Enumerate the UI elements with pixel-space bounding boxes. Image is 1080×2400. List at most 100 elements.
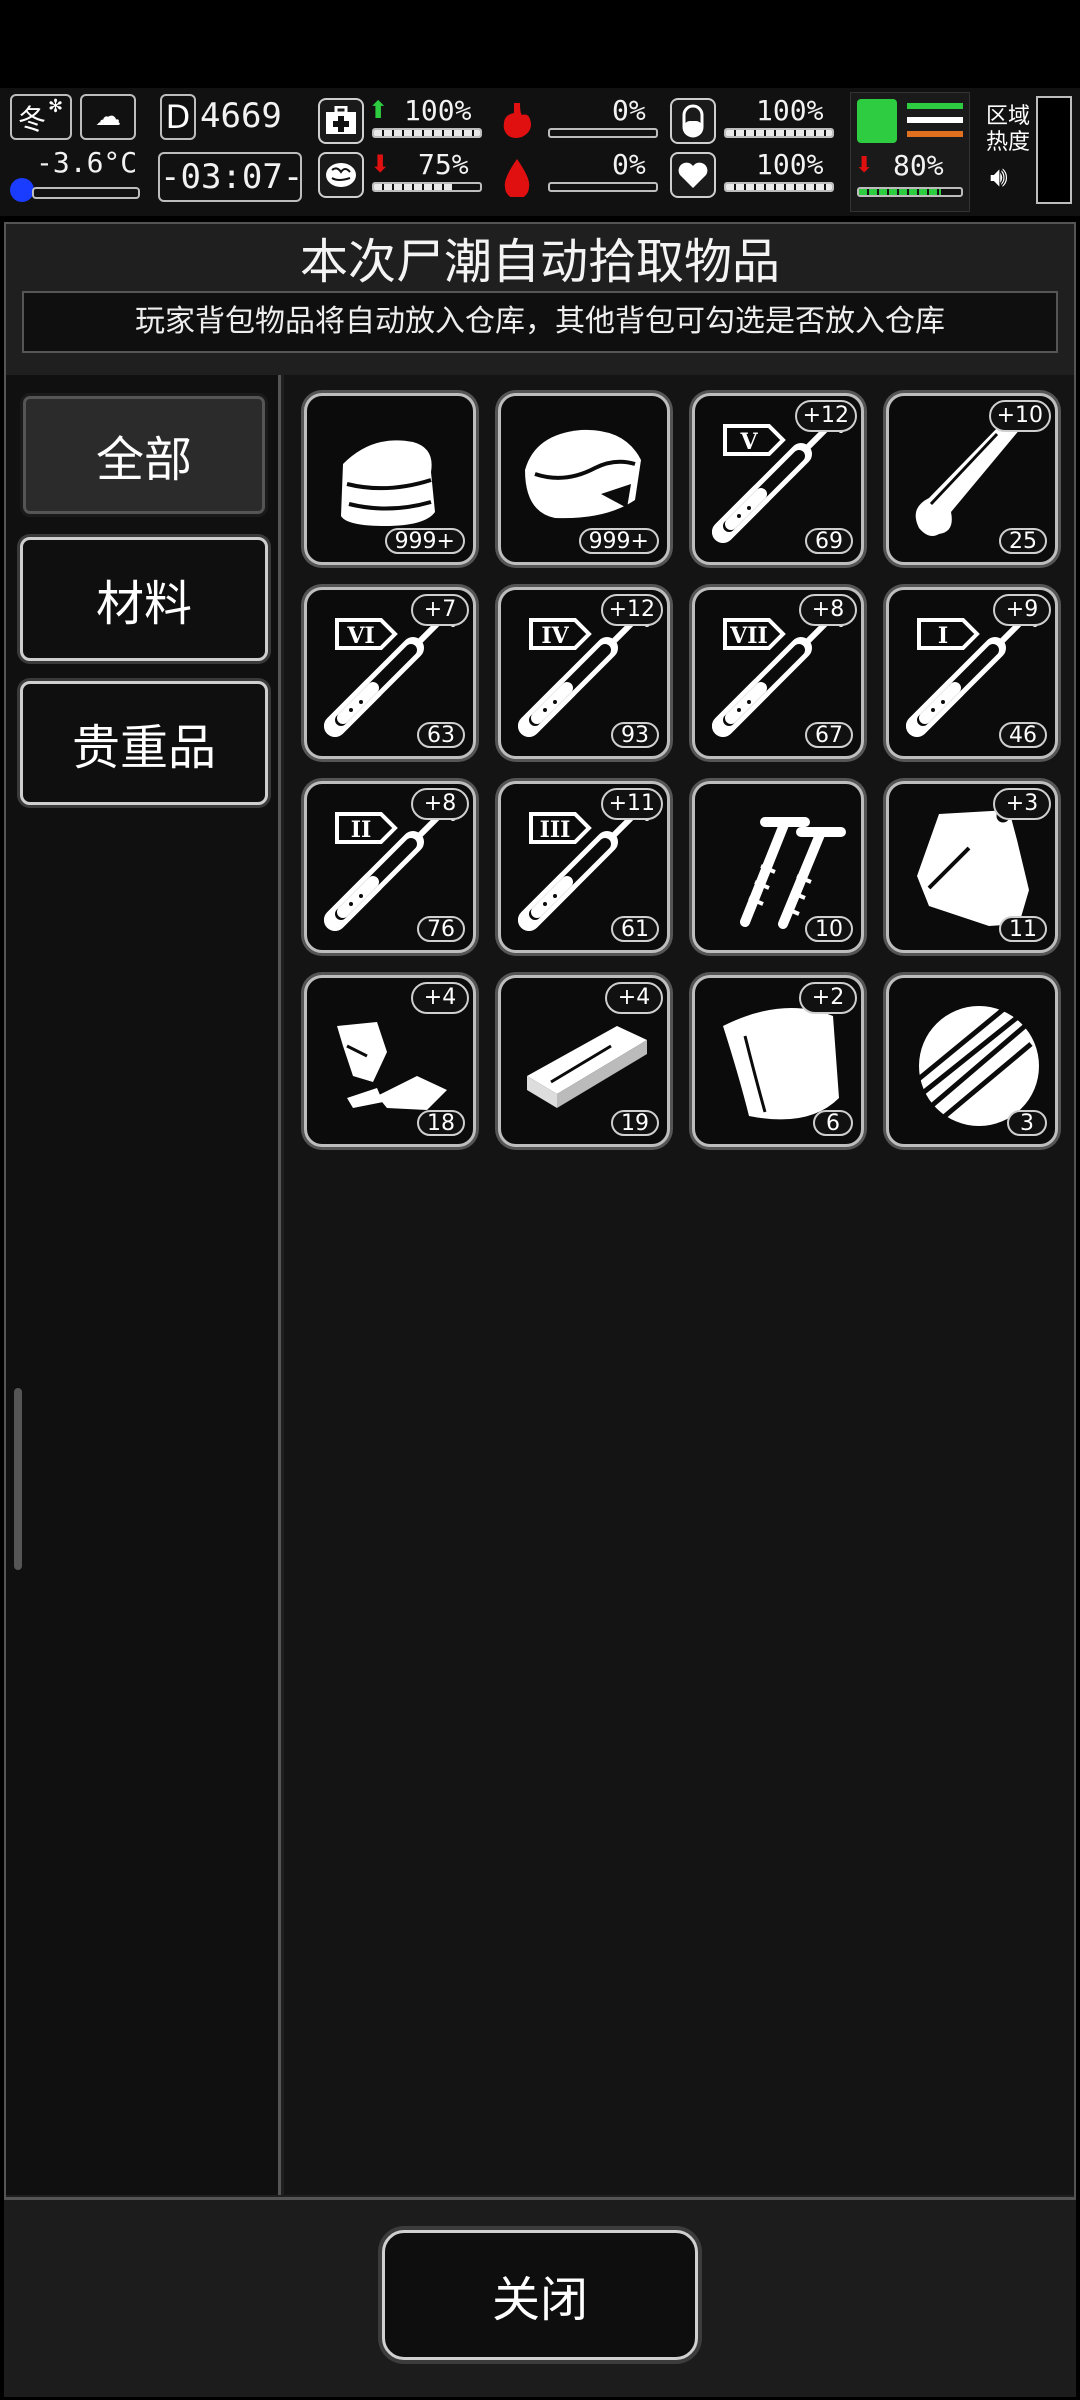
item-bonus-badge: +10: [988, 400, 1051, 432]
item-bonus-badge: +8: [411, 788, 469, 820]
item-count-badge: 999+: [384, 528, 465, 554]
health-percent: 100%: [404, 94, 472, 127]
health-bar: [372, 128, 482, 138]
svg-text:II: II: [351, 817, 372, 843]
pill-bar: [724, 128, 834, 138]
temperature-bar: [32, 187, 140, 199]
svg-text:V: V: [739, 429, 758, 455]
svg-text:III: III: [540, 817, 571, 843]
stomach-percent: 0%: [612, 94, 646, 127]
item-count-badge: 61: [611, 916, 659, 942]
item-slot[interactable]: 10: [692, 781, 864, 953]
scrollbar[interactable]: [14, 1388, 22, 1570]
brain-down-arrow-icon: ⬇: [370, 150, 391, 178]
heart-icon: [670, 152, 716, 198]
item-bonus-badge: +7: [411, 594, 469, 626]
svg-text:I: I: [938, 623, 948, 649]
stamina-stripe-green: [907, 103, 963, 109]
snow-icon: ✻: [48, 96, 64, 117]
stamina-stripe-white: [907, 117, 963, 123]
item-count-badge: 46: [999, 722, 1047, 748]
item-bonus-badge: +2: [799, 982, 857, 1014]
item-slot[interactable]: 999+: [304, 393, 476, 565]
sound-icon[interactable]: 🔊︎: [990, 160, 1008, 194]
day-counter: 4669: [200, 96, 282, 136]
season-label: 冬: [18, 103, 47, 136]
health-up-arrow-icon: ⬆: [368, 96, 389, 124]
brain-bar: [372, 182, 482, 192]
item-count-badge: 69: [805, 528, 853, 554]
medkit-icon: [318, 98, 364, 144]
item-slot[interactable]: 999+: [498, 393, 670, 565]
item-slot[interactable]: +4 18: [304, 975, 476, 1147]
item-bonus-badge: +3: [993, 788, 1051, 820]
zone-heat-label: 区域 热度: [986, 104, 1030, 156]
blood-bar: [548, 182, 658, 192]
season-indicator: 冬 ✻: [10, 94, 72, 140]
item-bonus-badge: +4: [605, 982, 663, 1014]
blood-drop-icon: [494, 150, 540, 204]
dialog-title: 本次尸潮自动拾取物品: [299, 234, 780, 290]
item-slot[interactable]: VII +8 67: [692, 587, 864, 759]
thermometer-icon: [10, 178, 34, 202]
item-bonus-badge: +11: [600, 788, 663, 820]
item-count-badge: 19: [611, 1110, 659, 1136]
item-slot[interactable]: V +12 69: [692, 393, 864, 565]
item-count-badge: 25: [999, 528, 1047, 554]
heart-bar: [724, 182, 834, 192]
blood-percent: 0%: [612, 148, 646, 181]
status-hud: 冬 ✻ ☁ -3.6°C D 4669 -03:07- ⬆ 100% ⬇ 75%…: [0, 88, 1080, 216]
boot-icon: [857, 99, 897, 143]
dialog-subtitle: 玩家背包物品将自动放入仓库，其他背包可勾选是否放入仓库: [22, 291, 1058, 353]
item-bonus-badge: +12: [600, 594, 663, 626]
item-slot[interactable]: 3: [886, 975, 1058, 1147]
tab-all[interactable]: 全部: [20, 393, 268, 517]
item-count-badge: 10: [805, 916, 853, 942]
item-bonus-badge: +4: [411, 982, 469, 1014]
item-count-badge: 6: [813, 1110, 853, 1136]
stamina-panel: ⬇ 80%: [850, 92, 970, 212]
item-slot[interactable]: VI +7 63: [304, 587, 476, 759]
brain-percent: 75%: [418, 148, 469, 181]
svg-text:IV: IV: [541, 623, 569, 649]
item-slot[interactable]: +2 6: [692, 975, 864, 1147]
tab-materials[interactable]: 材料: [20, 537, 268, 661]
stomach-icon: [494, 96, 540, 146]
zone-heat-meter: [1036, 96, 1072, 204]
item-slot[interactable]: I +9 46: [886, 587, 1058, 759]
temperature-text: -3.6°C: [36, 146, 138, 179]
item-slot[interactable]: +4 19: [498, 975, 670, 1147]
zone-heat-label-line2: 热度: [986, 130, 1031, 155]
day-prefix: D: [160, 94, 196, 140]
svg-text:VI: VI: [346, 623, 374, 649]
item-count-badge: 11: [999, 916, 1047, 942]
item-count-badge: 93: [611, 722, 659, 748]
item-slot[interactable]: IV +12 93: [498, 587, 670, 759]
item-slot[interactable]: II +8 76: [304, 781, 476, 953]
item-count-badge: 999+: [578, 528, 659, 554]
item-slot[interactable]: +3 11: [886, 781, 1058, 953]
stamina-down-arrow-icon: ⬇: [855, 153, 874, 178]
stamina-percent: 80%: [893, 149, 944, 182]
item-bonus-badge: +9: [993, 594, 1051, 626]
close-button[interactable]: 关闭: [382, 2230, 698, 2360]
item-slot[interactable]: III +11 61: [498, 781, 670, 953]
night-weather-icon: ☁: [80, 94, 136, 140]
item-bonus-badge: +12: [794, 400, 857, 432]
item-slot[interactable]: +10 25: [886, 393, 1058, 565]
stamina-bar: [857, 187, 963, 197]
item-count-badge: 18: [417, 1110, 465, 1136]
stomach-bar: [548, 128, 658, 138]
heart-percent: 100%: [756, 148, 824, 181]
tab-valuables[interactable]: 贵重品: [20, 681, 268, 805]
item-bonus-badge: +8: [799, 594, 857, 626]
stamina-stripe-orange: [907, 131, 963, 137]
item-count-badge: 63: [417, 722, 465, 748]
pill-percent: 100%: [756, 94, 824, 127]
item-count-badge: 3: [1007, 1110, 1047, 1136]
svg-text:VII: VII: [729, 623, 768, 649]
category-sidebar: 全部 材料 贵重品: [6, 375, 281, 2195]
clock-text: -03:07-: [158, 152, 303, 202]
zone-heat-label-line1: 区域: [986, 104, 1031, 129]
pill-icon: [670, 98, 716, 144]
